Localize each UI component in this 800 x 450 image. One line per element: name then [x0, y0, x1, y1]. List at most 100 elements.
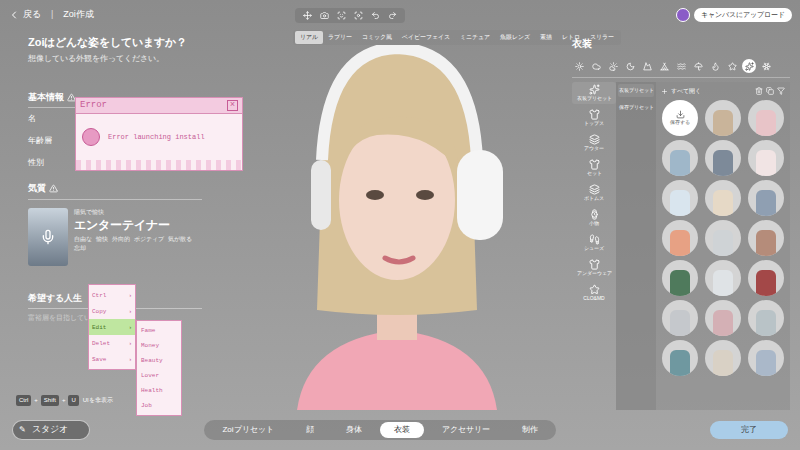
trait-list: 自由な愉快外向的ポジティブ気が散る忘却 — [74, 235, 202, 253]
menu-item[interactable]: Save› — [89, 351, 135, 367]
toolbar-icon[interactable] — [371, 11, 380, 20]
outfit-thumbnail[interactable] — [705, 260, 741, 296]
trait: ポジティブ — [134, 235, 164, 244]
category-label: アンダーウェア — [577, 270, 612, 277]
category-item[interactable]: トップス — [572, 107, 616, 129]
submenu-item[interactable]: Money — [137, 338, 181, 353]
toolbar-icon[interactable] — [320, 11, 329, 20]
submenu-item[interactable]: Job — [137, 398, 181, 413]
category-icon — [589, 209, 600, 220]
filter-button[interactable] — [589, 59, 603, 73]
filter-button[interactable] — [623, 59, 637, 73]
category-item[interactable]: セット — [572, 157, 616, 179]
outfit-thumbnail[interactable] — [748, 220, 784, 256]
filter-button[interactable] — [572, 59, 586, 73]
menu-item[interactable]: Ctrl› — [89, 287, 135, 303]
download-icon — [676, 110, 685, 119]
filter-button[interactable] — [725, 59, 739, 73]
outfit-thumbnail[interactable] — [705, 180, 741, 216]
studio-button[interactable]: ✎スタジオ — [12, 420, 90, 440]
bottom-tab[interactable]: 身体 — [332, 422, 376, 438]
outfit-list: すべて開く保存する — [656, 82, 790, 410]
context-menu: Ctrl›Copy›Edit›Delet›Save› — [88, 284, 136, 370]
trait: 外向的 — [112, 235, 130, 244]
filter-button[interactable] — [606, 59, 620, 73]
outfit-thumbnail[interactable] — [748, 300, 784, 336]
filter-button[interactable] — [742, 59, 756, 73]
style-tab[interactable]: ミニチュア — [455, 31, 495, 44]
trash-icon[interactable] — [755, 87, 763, 95]
outfit-thumbnail[interactable] — [662, 180, 698, 216]
style-tab[interactable]: リアル — [295, 31, 323, 44]
outfit-thumbnail[interactable] — [705, 340, 741, 376]
bottom-tab[interactable]: 制作 — [508, 422, 552, 438]
menu-item[interactable]: Delet› — [89, 335, 135, 351]
style-tab[interactable]: ラブリー — [323, 31, 357, 44]
close-button[interactable]: × — [227, 100, 238, 111]
outfit-thumbnail[interactable] — [662, 140, 698, 176]
outfit-thumbnail[interactable] — [662, 220, 698, 256]
toolbar-icon[interactable] — [354, 11, 363, 20]
filter-button[interactable] — [759, 59, 773, 73]
upload-area[interactable]: キャンバスにアップロード — [676, 8, 792, 23]
outfit-thumbnail[interactable] — [748, 260, 784, 296]
outfit-thumbnail[interactable] — [662, 260, 698, 296]
filter-button[interactable] — [657, 59, 671, 73]
filter-button[interactable] — [708, 59, 722, 73]
temperament-card[interactable]: 陽気で愉快エンターテイナー自由な愉快外向的ポジティブ気が散る忘却 — [28, 208, 202, 266]
category-item[interactable]: 衣装プリセット — [572, 82, 616, 104]
outfit-thumbnail[interactable] — [748, 100, 784, 136]
bottom-tab[interactable]: アクセサリー — [428, 422, 504, 438]
save-outfit-button[interactable]: 保存する — [662, 100, 698, 136]
style-tab[interactable]: 素描 — [535, 31, 557, 44]
subtab[interactable]: 衣装プリセット — [618, 84, 654, 97]
submenu-item[interactable]: Fame — [137, 323, 181, 338]
style-tab[interactable]: ベイビーフェイス — [397, 31, 455, 44]
expand-all[interactable]: すべて開く — [671, 87, 701, 96]
error-title: Error — [80, 99, 107, 113]
outfit-thumbnail[interactable] — [705, 140, 741, 176]
submenu-item[interactable]: Beauty — [137, 353, 181, 368]
menu-item[interactable]: Edit› — [89, 319, 135, 335]
outfit-thumbnail[interactable] — [705, 300, 741, 336]
submenu: FameMoneyBeautyLoverHealthJob — [136, 320, 182, 416]
toolbar-icon[interactable] — [303, 11, 312, 20]
menu-item[interactable]: Copy› — [89, 303, 135, 319]
category-item[interactable]: 小物 — [572, 207, 616, 229]
toolbar-icon[interactable] — [337, 11, 346, 20]
copy-icon[interactable] — [766, 87, 774, 95]
category-item[interactable]: アンダーウェア — [572, 257, 616, 279]
upload-button[interactable]: キャンバスにアップロード — [694, 8, 792, 23]
outfit-thumbnail[interactable] — [662, 340, 698, 376]
toolbar-icon[interactable] — [388, 11, 397, 20]
back-button[interactable]: 戻る — [8, 8, 41, 22]
bottom-tab[interactable]: Zoiプリセット — [208, 422, 287, 438]
filter-button[interactable] — [640, 59, 654, 73]
category-item[interactable]: シューズ — [572, 232, 616, 254]
error-message: Error launching install — [108, 132, 205, 143]
temperament-subtitle: 陽気で愉快 — [74, 208, 202, 217]
submenu-item[interactable]: Health — [137, 383, 181, 398]
style-tab[interactable]: コミック風 — [357, 31, 397, 44]
outfit-thumbnail[interactable] — [662, 300, 698, 336]
outfit-thumbnail[interactable] — [748, 180, 784, 216]
submenu-item[interactable]: Lover — [137, 368, 181, 383]
filter-button[interactable] — [674, 59, 688, 73]
subtab[interactable]: 保存プリセット — [618, 101, 654, 114]
trait: 自由な — [74, 235, 92, 244]
bottom-tab[interactable]: 顔 — [292, 422, 328, 438]
bottom-tab[interactable]: 衣装 — [380, 422, 424, 438]
style-tab[interactable]: 魚眼レンズ — [495, 31, 535, 44]
outfit-thumbnail[interactable] — [705, 100, 741, 136]
outfit-thumbnail[interactable] — [748, 340, 784, 376]
filter-button[interactable] — [691, 59, 705, 73]
filter-icon — [660, 62, 669, 71]
category-item[interactable]: ボトムス — [572, 182, 616, 204]
category-item[interactable]: CLO&MD — [572, 282, 616, 304]
done-button[interactable]: 完了 — [710, 421, 788, 439]
category-item[interactable]: アウター — [572, 132, 616, 154]
outfit-thumbnail[interactable] — [705, 220, 741, 256]
outfit-thumbnail[interactable] — [748, 140, 784, 176]
category-icon — [589, 184, 600, 195]
filter-icon[interactable] — [777, 87, 785, 95]
